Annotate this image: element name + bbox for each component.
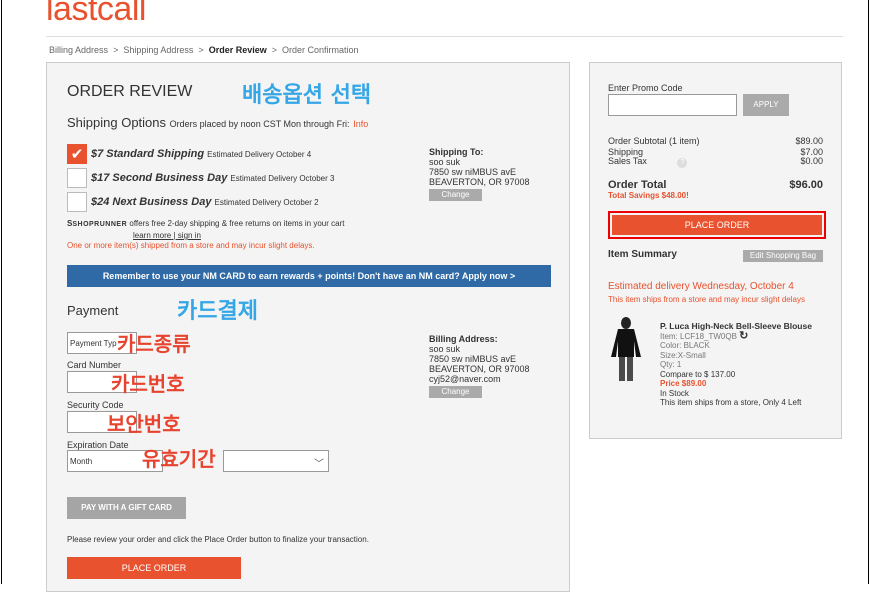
option-label: $17 Second Business Day (91, 172, 228, 184)
subtotal-label: Order Subtotal (1 item) (608, 136, 700, 146)
shipping-heading-text: Shipping Options (67, 115, 167, 130)
shoprunner-links: learn more | sign in (133, 231, 201, 240)
annotation-shipping: 배송옵션 선택 (242, 83, 372, 108)
shipping-to-name: soo suk (429, 157, 461, 167)
order-total-label: Order Total (608, 179, 667, 191)
place-order-button-highlighted[interactable]: PLACE ORDER (608, 211, 826, 239)
sales-tax-label: Sales Tax ? (608, 156, 688, 168)
option-estimate: Estimated Delivery October 2 (214, 198, 319, 207)
shipping-to-heading: Shipping To: (429, 147, 484, 157)
shipping-to: Shipping To: soo suk 7850 sw niMBUS avE … (429, 147, 530, 201)
product-stock: In Stock (660, 388, 689, 398)
annotation-payment: 카드결제 (177, 299, 258, 324)
promo-label: Enter Promo Code (608, 83, 683, 93)
breadcrumb-review: Order Review (208, 45, 267, 55)
product-size: Size:X-Small (660, 350, 706, 360)
change-billing-button[interactable]: Change (429, 386, 482, 398)
info-link[interactable]: Info (353, 119, 368, 129)
change-shipping-button[interactable]: Change (429, 189, 482, 201)
help-icon[interactable]: ? (677, 158, 688, 168)
sign-in-link[interactable]: sign in (178, 231, 201, 240)
refresh-icon: ↻ (739, 329, 749, 342)
option-label: $24 Next Business Day (91, 196, 212, 208)
expiration-label: Expiration Date (67, 440, 129, 450)
billing-address: Billing Address: soo suk 7850 sw niMBUS … (429, 334, 530, 398)
shipping-heading: Shipping Options Orders placed by noon C… (67, 115, 368, 130)
sales-tax-value: $0.00 (800, 156, 823, 166)
option-estimate: Estimated Delivery October 4 (207, 150, 312, 159)
product-item: Item: LCF18_TW0QB (660, 331, 737, 341)
gift-card-button[interactable]: PAY WITH A GIFT CARD (67, 497, 186, 519)
window-edge-right (868, 0, 869, 584)
shoprunner-brand: SHOPRUNNER (72, 221, 128, 228)
product-details: P. Luca High-Neck Bell-Sleeve Blouse Ite… (660, 321, 812, 408)
breadcrumb-sep: > (198, 45, 204, 55)
order-total-value: $96.00 (789, 179, 823, 191)
header-divider (46, 36, 843, 37)
place-order-button-label[interactable]: PLACE ORDER (612, 215, 822, 235)
annotation-card-number: 카드번호 (111, 372, 185, 396)
product-name[interactable]: P. Luca High-Neck Bell-Sleeve Blouse (660, 321, 812, 331)
product-ships: This item ships from a store, Only 4 Lef… (660, 398, 802, 407)
checkmark-icon[interactable]: ✔ (67, 144, 87, 164)
review-note: Please review your order and click the P… (67, 535, 369, 544)
item-summary-heading: Item Summary (608, 249, 677, 260)
apply-promo-button[interactable]: APPLY (743, 94, 789, 116)
breadcrumb-confirmation: Order Confirmation (282, 45, 359, 55)
shipping-to-street: 7850 sw niMBUS avE (429, 167, 517, 177)
billing-city: BEAVERTON, OR 97008 (429, 364, 530, 374)
total-savings: Total Savings $48.00! (608, 191, 689, 200)
learn-more-link[interactable]: learn more (133, 231, 171, 240)
shipping-to-city: BEAVERTON, OR 97008 (429, 177, 530, 187)
billing-heading: Billing Address: (429, 334, 498, 344)
subtotal-value: $89.00 (795, 136, 823, 146)
chevron-down-icon: ﹀ (314, 459, 324, 470)
shoprunner-text: offers free 2-day shipping & free return… (129, 219, 345, 228)
brand-logo[interactable]: lastcall (46, 0, 146, 29)
expiration-year-select[interactable]: ﹀ (223, 450, 329, 472)
product-color: Color: BLACK (660, 341, 710, 350)
link-separator: | (173, 231, 176, 240)
billing-email: cyj52@naver.com (429, 374, 501, 384)
breadcrumb-shipping[interactable]: Shipping Address (123, 45, 193, 55)
product-compare-price: Compare to $ 137.00 (660, 369, 736, 379)
payment-heading: Payment (67, 303, 119, 318)
shoprunner-offer: SSHOPRUNNER offers free 2-day shipping &… (67, 219, 344, 228)
estimated-delivery: Estimated delivery Wednesday, October 4 (608, 281, 794, 292)
annotation-card-type: 카드종류 (117, 332, 191, 356)
sales-tax-text: Sales Tax (608, 156, 647, 166)
order-review-panel: ORDER REVIEW 배송옵션 선택 Shipping Options Or… (46, 62, 570, 592)
billing-street: 7850 sw niMBUS avE (429, 354, 517, 364)
option-label: $7 Standard Shipping (91, 148, 205, 160)
promo-code-input[interactable] (608, 94, 737, 116)
billing-name: soo suk (429, 344, 461, 354)
place-order-button[interactable]: PLACE ORDER (67, 557, 241, 579)
checkbox[interactable] (67, 192, 87, 212)
order-summary-panel: Enter Promo Code APPLY Order Subtotal (1… (589, 62, 842, 439)
breadcrumb-billing[interactable]: Billing Address (49, 45, 108, 55)
product-thumbnail[interactable] (608, 317, 644, 385)
breadcrumb: Billing Address > Shipping Address > Ord… (49, 45, 359, 55)
shipping-note: Orders placed by noon CST Mon through Fr… (169, 119, 350, 129)
checkbox[interactable] (67, 168, 87, 188)
window-edge-left (1, 0, 2, 584)
edit-shopping-bag-button[interactable]: Edit Shopping Bag (743, 250, 823, 262)
breadcrumb-sep: > (113, 45, 119, 55)
annotation-security: 보안번호 (107, 412, 181, 436)
option-estimate: Estimated Delivery October 3 (230, 174, 335, 183)
product-price: Price $89.00 (660, 379, 707, 388)
product-qty: Qty: 1 (660, 360, 682, 369)
annotation-expiration: 유효기간 (142, 447, 216, 471)
page-title: ORDER REVIEW (67, 83, 193, 100)
nm-card-banner[interactable]: Remember to use your NM CARD to earn rew… (67, 265, 551, 287)
estimated-delivery-note: This item ships from a store and may inc… (608, 295, 805, 304)
breadcrumb-sep: > (271, 45, 278, 55)
store-delay-warning: One or more item(s) shipped from a store… (67, 241, 315, 250)
